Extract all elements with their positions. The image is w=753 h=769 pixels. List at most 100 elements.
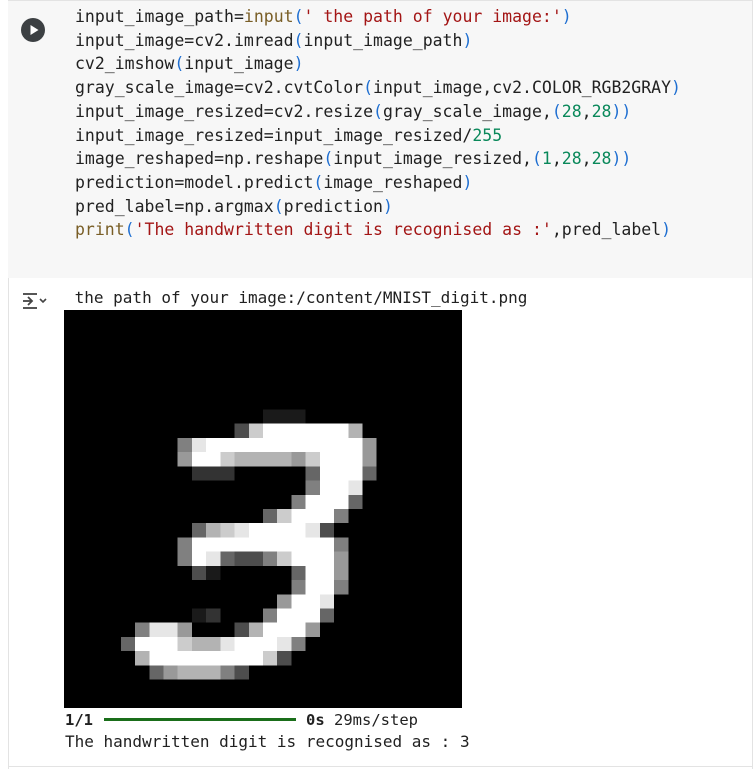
digit-pixel — [234, 665, 249, 680]
digit-pixel — [248, 423, 263, 438]
digit-pixel — [305, 466, 320, 481]
digit-pixel — [149, 622, 164, 637]
digit-pixel — [277, 651, 292, 666]
digit-pixel — [291, 594, 306, 609]
digit-pixel — [305, 452, 320, 467]
digit-pixel — [248, 437, 263, 453]
digit-pixel — [291, 509, 306, 524]
digit-pixel — [220, 466, 235, 481]
code-token: print — [75, 220, 125, 240]
digit-pixel — [362, 466, 377, 481]
digit-pixel — [163, 622, 178, 637]
digit-pixel — [319, 509, 335, 524]
digit-pixel — [191, 523, 207, 538]
digit-pixel — [334, 423, 349, 438]
digit-pixel — [277, 509, 292, 524]
output-actions-button[interactable] — [20, 289, 48, 313]
digit-pixel — [177, 622, 192, 637]
digit-pixel — [177, 537, 192, 552]
digit-pixel — [263, 537, 278, 552]
digit-pixel — [206, 636, 221, 652]
input-prompt-output: the path of your image:/content/MNIST_di… — [65, 288, 528, 307]
digit-pixel — [348, 423, 363, 438]
digit-pixel — [220, 523, 235, 538]
code-token: ) — [671, 78, 681, 98]
digit-pixel — [206, 452, 221, 467]
digit-pixel — [334, 537, 349, 552]
digit-pixel — [291, 452, 306, 467]
digit-pixel — [177, 665, 192, 680]
digit-pixel — [149, 636, 164, 652]
digit-pixel — [305, 480, 320, 495]
digit-pixel — [305, 608, 320, 623]
digit-pixel — [319, 580, 335, 595]
code-token: ) — [462, 30, 473, 50]
digit-pixel — [291, 409, 306, 424]
code-line: print('The handwritten digit is recognis… — [75, 218, 681, 242]
digit-pixel — [348, 437, 363, 453]
output-border — [8, 278, 9, 769]
digit-pixel — [220, 452, 235, 467]
digit-pixel — [305, 437, 320, 453]
digit-pixel — [334, 565, 349, 581]
digit-pixel — [191, 636, 207, 652]
digit-pixel — [277, 608, 292, 623]
digit-pixel — [305, 580, 320, 595]
code-token: ) — [382, 196, 393, 216]
digit-pixel — [263, 651, 278, 666]
code-token: ( — [293, 7, 304, 26]
code-cell[interactable]: input_image_path=input(' the path of you… — [8, 0, 753, 278]
digit-pixel — [220, 551, 235, 566]
digit-pixel — [291, 494, 306, 509]
code-token: )) — [611, 101, 632, 121]
code-line: input_image_resized=cv2.resize(gray_scal… — [75, 100, 681, 124]
code-token: 28 — [591, 149, 612, 169]
code-token: ( — [363, 78, 374, 98]
digit-pixel — [348, 452, 363, 467]
code-editor[interactable]: input_image_path=input(' the path of you… — [75, 5, 681, 242]
digit-pixel — [277, 452, 292, 467]
digit-pixel — [135, 622, 150, 637]
play-icon — [30, 25, 39, 35]
digit-pixel — [291, 580, 306, 595]
run-cell-button[interactable] — [21, 18, 45, 42]
digit-pixel — [319, 466, 335, 481]
code-token: 255 — [472, 125, 503, 145]
digit-pixel — [362, 452, 377, 467]
digit-pixel — [362, 437, 377, 453]
digit-pixel — [248, 452, 263, 467]
code-token: ) — [293, 54, 304, 74]
digit-pixel — [305, 622, 320, 637]
digit-pixel — [191, 651, 207, 666]
code-token: ) — [661, 220, 672, 240]
code-token: )) — [611, 149, 632, 169]
digit-pixel — [263, 523, 278, 538]
digit-pixel — [220, 636, 235, 652]
code-line: input_image_resized=input_image_resized/… — [75, 124, 681, 148]
code-token: ' the path of your image:' — [303, 7, 562, 26]
progress-count: 1/1 — [65, 711, 93, 729]
code-token: , — [581, 101, 592, 121]
digit-pixel — [305, 594, 320, 609]
digit-pixel — [334, 466, 349, 481]
digit-pixel — [334, 551, 349, 566]
progress-time-step: 29ms/step — [324, 711, 418, 729]
digit-pixel — [248, 523, 263, 538]
progress-bar — [104, 718, 296, 721]
digit-pixel — [291, 437, 306, 453]
digit-pixel — [334, 494, 349, 509]
digit-pixel — [305, 509, 320, 524]
code-token: cv2_imshow — [75, 54, 175, 74]
code-token: , — [551, 149, 562, 169]
digit-pixel — [291, 423, 306, 438]
digit-pixel — [263, 551, 278, 566]
digit-pixel — [305, 423, 320, 438]
digit-pixel — [234, 452, 249, 467]
digit-pixel — [149, 665, 164, 680]
code-token: ( — [323, 149, 334, 169]
code-token: input_image,cv2.COLOR_RGB2GRAY — [373, 78, 672, 98]
code-line: image_reshaped=np.reshape(input_image_re… — [75, 147, 681, 171]
digit-pixel — [277, 423, 292, 438]
digit-pixel — [220, 651, 235, 666]
code-token: ,pred_label — [551, 220, 662, 240]
